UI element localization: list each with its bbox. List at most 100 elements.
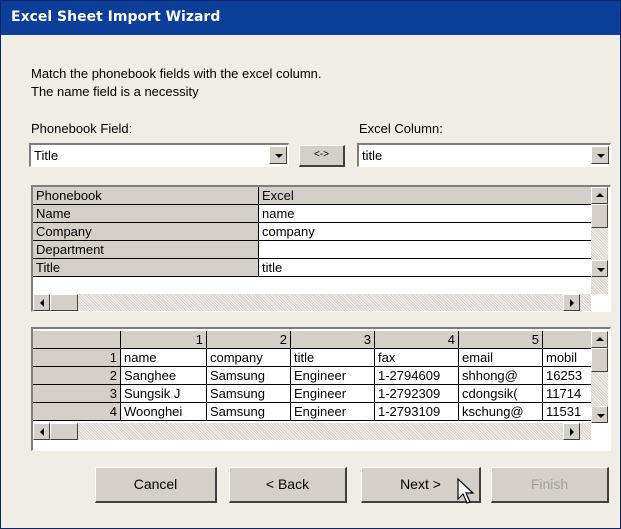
chevron-down-icon (275, 154, 283, 158)
preview-cell: shhong@ (459, 367, 543, 385)
arrow-right-icon (570, 428, 574, 436)
mapping-phonebook-cell: Name (33, 205, 259, 223)
table-row[interactable]: Name name (33, 205, 593, 223)
preview-column-header[interactable]: 4 (375, 331, 459, 349)
preview-column-header[interactable]: 1 (121, 331, 207, 349)
preview-row-number: 3 (33, 385, 121, 403)
excel-column-value: title (362, 148, 383, 163)
preview-cell: 1-2792309 (375, 385, 459, 403)
swap-button[interactable]: <-> (299, 145, 345, 167)
table-row[interactable]: 2 Sanghee Samsung Engineer 1-2794609 shh… (33, 367, 593, 385)
preview-horizontal-scrollbar[interactable] (33, 423, 591, 440)
table-row[interactable]: 1 name company title fax email mobil (33, 349, 593, 367)
preview-cell: Engineer (291, 403, 375, 421)
preview-cell: name (121, 349, 207, 367)
mapping-phonebook-cell: Title (33, 259, 259, 277)
preview-cell: title (291, 349, 375, 367)
preview-column-header[interactable]: 5 (459, 331, 543, 349)
preview-cell: 1-2794609 (375, 367, 459, 385)
phonebook-field-dropdown-button[interactable] (269, 146, 287, 164)
arrow-up-icon (596, 337, 604, 341)
preview-table[interactable]: 1 2 3 4 5 1 name company title fax email… (31, 327, 611, 451)
arrow-up-icon (596, 193, 604, 197)
window-title: Excel Sheet Import Wizard (11, 9, 221, 25)
phonebook-field-select[interactable]: Title (29, 143, 289, 167)
mapping-header-phonebook: Phonebook (33, 187, 259, 205)
dialog-body: Match the phonebook fields with the exce… (1, 35, 620, 528)
preview-cell: email (459, 349, 543, 367)
preview-cell: 11531 (543, 403, 593, 421)
mapping-phonebook-cell: Department (33, 241, 259, 259)
excel-column-dropdown-button[interactable] (591, 146, 609, 164)
table-row[interactable]: Title title (33, 259, 593, 277)
mapping-vertical-scrollbar[interactable] (591, 187, 608, 294)
preview-corner-cell (33, 331, 121, 349)
import-wizard-window: Excel Sheet Import Wizard Match the phon… (0, 0, 621, 529)
preview-cell: Sungsik J (121, 385, 207, 403)
instruction-line-1: Match the phonebook fields with the exce… (31, 66, 322, 81)
scroll-left-button[interactable] (33, 294, 50, 311)
mapping-excel-cell[interactable]: company (259, 223, 593, 241)
table-row[interactable]: 4 Woonghei Samsung Engineer 1-2793109 ks… (33, 403, 593, 421)
table-row[interactable]: Company company (33, 223, 593, 241)
mapping-phonebook-cell: Company (33, 223, 259, 241)
preview-cell: 11714 (543, 385, 593, 403)
scroll-thumb[interactable] (50, 294, 78, 311)
preview-cell: 1-2793109 (375, 403, 459, 421)
arrow-left-icon (40, 428, 44, 436)
preview-column-header[interactable] (543, 331, 593, 349)
arrow-down-icon (597, 268, 605, 272)
excel-column-select[interactable]: title (357, 143, 611, 167)
preview-cell: cdongsik( (459, 385, 543, 403)
scroll-up-button[interactable] (591, 187, 608, 204)
mapping-excel-cell[interactable]: title (259, 259, 593, 277)
preview-cell: company (207, 349, 291, 367)
preview-row-number: 2 (33, 367, 121, 385)
preview-cell: Woonghei (121, 403, 207, 421)
scroll-right-button[interactable] (563, 294, 580, 311)
preview-cell: Samsung (207, 367, 291, 385)
scroll-left-button[interactable] (33, 423, 50, 440)
preview-cell: Samsung (207, 403, 291, 421)
preview-cell: mobil (543, 349, 593, 367)
mapping-excel-cell[interactable]: name (259, 205, 593, 223)
scroll-thumb[interactable] (50, 423, 78, 440)
preview-vertical-scrollbar[interactable] (591, 331, 608, 423)
preview-cell: Samsung (207, 385, 291, 403)
scroll-down-button[interactable] (591, 260, 608, 277)
finish-button[interactable]: Finish (491, 467, 609, 503)
mapping-horizontal-scrollbar[interactable] (33, 294, 591, 311)
preview-cell: Engineer (291, 367, 375, 385)
scroll-thumb[interactable] (591, 348, 608, 372)
arrow-down-icon (597, 414, 605, 418)
scroll-right-button[interactable] (563, 423, 580, 440)
instructions: Match the phonebook fields with the exce… (31, 65, 322, 101)
preview-column-header[interactable]: 2 (207, 331, 291, 349)
preview-column-header[interactable]: 3 (291, 331, 375, 349)
cancel-button[interactable]: Cancel (95, 467, 217, 503)
instruction-line-2: The name field is a necessity (31, 84, 199, 99)
preview-cell: 16253 (543, 367, 593, 385)
excel-column-label: Excel Column: (359, 121, 443, 136)
arrow-right-icon (570, 299, 574, 307)
table-row[interactable]: 3 Sungsik J Samsung Engineer 1-2792309 c… (33, 385, 593, 403)
preview-cell: Sanghee (121, 367, 207, 385)
preview-cell: Engineer (291, 385, 375, 403)
scroll-thumb[interactable] (591, 204, 608, 228)
preview-row-number: 1 (33, 349, 121, 367)
scroll-up-button[interactable] (591, 331, 608, 348)
scroll-down-button[interactable] (591, 406, 608, 423)
phonebook-field-value: Title (34, 148, 59, 163)
mouse-pointer-icon (457, 477, 475, 504)
mapping-header-row: Phonebook Excel (33, 187, 593, 205)
mapping-header-excel: Excel (259, 187, 593, 205)
mapping-table[interactable]: Phonebook Excel Name name Company compan… (31, 185, 611, 312)
chevron-down-icon (597, 154, 605, 158)
preview-cell: fax (375, 349, 459, 367)
mapping-excel-cell[interactable] (259, 241, 593, 259)
back-button[interactable]: < Back (229, 467, 347, 503)
phonebook-field-label: Phonebook Field: (31, 121, 133, 136)
title-bar[interactable]: Excel Sheet Import Wizard (1, 1, 620, 35)
table-row[interactable]: Department (33, 241, 593, 259)
arrow-left-icon (40, 299, 44, 307)
